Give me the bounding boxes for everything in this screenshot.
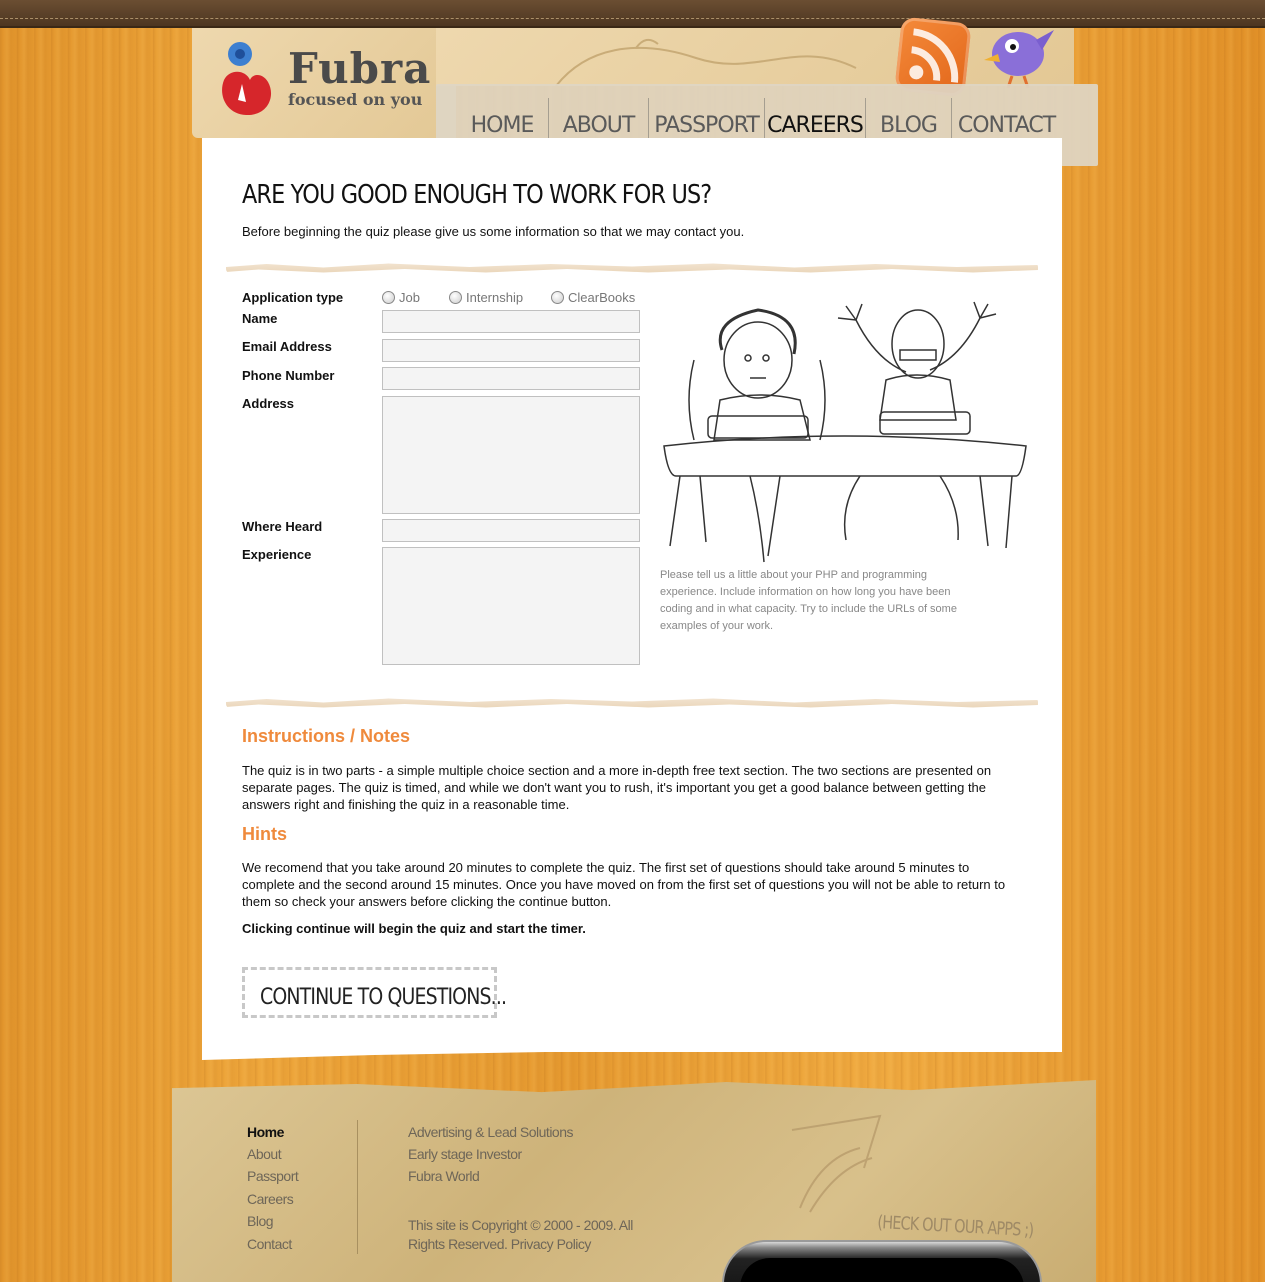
intro-text: Before beginning the quiz please give us… [242, 224, 745, 239]
where-heard-label: Where Heard [242, 519, 323, 534]
brand-name: Fubra [288, 44, 432, 93]
radio-clearbooks-label: ClearBooks [568, 290, 636, 305]
experience-hint: Please tell us a little about your PHP a… [660, 569, 957, 632]
hints-text: We recomend that you take around 20 minu… [242, 860, 1006, 909]
phone-label: Phone Number [242, 368, 335, 383]
footer-link-contact[interactable]: Contact [247, 1236, 292, 1252]
experience-label: Experience [242, 547, 312, 562]
application-type-label: Application type [242, 290, 344, 305]
instructions-text: The quiz is in two parts - a simple mult… [242, 763, 992, 812]
privacy-policy-link[interactable]: Privacy Policy [511, 1236, 592, 1252]
instructions-heading: Instructions / Notes [242, 726, 411, 746]
brand-tagline: focused on you [288, 90, 423, 109]
radio-job-label: Job [399, 290, 420, 305]
footer-copyright: This site is Copyright © 2000 - 2009. Al… [408, 1216, 648, 1254]
radio-clearbooks[interactable]: ClearBooks [551, 290, 635, 305]
radio-job[interactable]: Job [382, 290, 420, 305]
nav-home-label: HOME [470, 113, 535, 138]
footer-link-investor[interactable]: Early stage Investor [408, 1146, 522, 1162]
radio-clearbooks-control[interactable] [551, 291, 564, 304]
name-field[interactable] [382, 310, 640, 333]
name-label: Name [242, 311, 278, 326]
experience-field[interactable] [382, 547, 640, 665]
phone-field[interactable] [382, 367, 640, 390]
timer-warning: Clicking continue will begin the quiz an… [242, 921, 586, 936]
radio-internship-label: Internship [466, 290, 524, 305]
nav-about-label: ABOUT [562, 113, 636, 138]
page-title: ARE YOU GOOD ENOUGH TO WORK FOR US? [242, 180, 712, 210]
email-field[interactable] [382, 339, 640, 362]
radio-job-control[interactable] [382, 291, 395, 304]
email-label: Email Address [242, 339, 332, 354]
bird-drawing [984, 30, 1054, 89]
where-heard-field[interactable] [382, 519, 640, 542]
footer-link-passport[interactable]: Passport [247, 1168, 299, 1184]
nav-passport-label: PASSPORT [654, 113, 760, 138]
footer-link-advertising[interactable]: Advertising & Lead Solutions [408, 1124, 574, 1140]
fubra-logo-icon [222, 42, 272, 116]
address-label: Address [242, 396, 295, 411]
nav-blog-label: BLOG [880, 113, 938, 138]
radio-internship-control[interactable] [449, 291, 462, 304]
footer-link-blog[interactable]: Blog [247, 1213, 274, 1229]
footer-link-fubra-world[interactable]: Fubra World [408, 1168, 480, 1184]
nav-careers-label: CAREERS [767, 113, 864, 138]
footer-divider [357, 1120, 358, 1254]
hints-heading: Hints [242, 824, 287, 844]
coders-sketch-illustration [663, 301, 1027, 563]
footer-link-home[interactable]: Home [247, 1124, 284, 1140]
radio-internship[interactable]: Internship [449, 290, 523, 305]
continue-to-questions-button[interactable]: CONTINUE TO QUESTIONS... [242, 967, 507, 1018]
continue-button-label: CONTINUE TO QUESTIONS... [260, 985, 507, 1010]
footer-link-careers[interactable]: Careers [247, 1191, 294, 1207]
footer-link-about[interactable]: About [247, 1146, 282, 1162]
arrow-sketch-icon [791, 1114, 882, 1213]
top-leather-bar [0, 0, 1265, 28]
twitter-bird-icon[interactable] [978, 20, 1056, 92]
iphone-image[interactable] [722, 1240, 1042, 1282]
address-field[interactable] [382, 396, 640, 514]
nav-contact-label: CONTACT [957, 113, 1056, 138]
